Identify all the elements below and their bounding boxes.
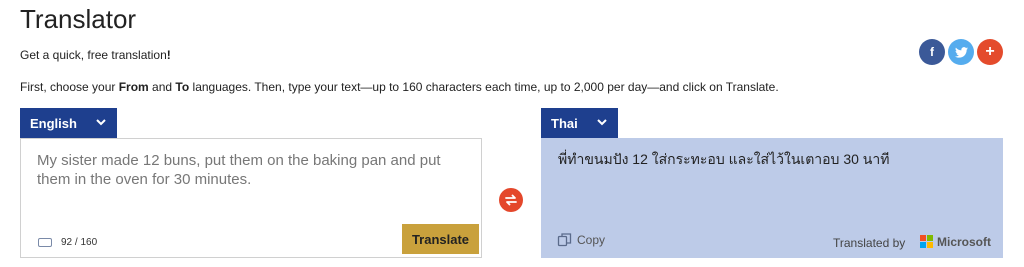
more-share-button[interactable]: +	[977, 39, 1003, 65]
subtitle-exclamation: !	[166, 48, 171, 62]
chevron-down-icon	[597, 119, 607, 126]
subtitle-text: Get a quick, free translation	[20, 48, 167, 62]
instructions-part-3: languages. Then, type your text—up to 16…	[189, 80, 779, 94]
instructions: First, choose your From and To languages…	[20, 80, 779, 94]
source-panel: My sister made 12 buns, put them on the …	[20, 138, 482, 258]
translation-output: พี่ทำขนมปัง 12 ใส่กระทะอบ และใส่ไว้ในเตา…	[558, 151, 890, 167]
facebook-icon: f	[930, 45, 934, 59]
instructions-from-word: From	[118, 80, 149, 94]
source-text-input[interactable]: My sister made 12 buns, put them on the …	[37, 151, 477, 189]
keyboard-icon	[38, 238, 52, 247]
translation-panel: พี่ทำขนมปัง 12 ใส่กระทะอบ และใส่ไว้ในเตา…	[541, 138, 1003, 258]
to-language-dropdown[interactable]: Thai	[541, 108, 618, 138]
translate-button[interactable]: Translate	[402, 224, 479, 254]
chevron-down-icon	[96, 119, 106, 126]
twitter-icon	[954, 46, 968, 58]
copy-button[interactable]: Copy	[557, 232, 605, 247]
from-language-dropdown[interactable]: English	[20, 108, 117, 138]
provider-name: Microsoft	[937, 235, 991, 249]
twitter-share-button[interactable]	[948, 39, 974, 65]
swap-languages-button[interactable]	[499, 188, 523, 212]
swap-arrows-icon	[505, 194, 517, 206]
from-language-label: English	[30, 115, 77, 131]
subtitle: Get a quick, free translation!	[20, 48, 171, 62]
instructions-part-2: and	[148, 80, 176, 94]
instructions-part-1: First, choose your	[20, 80, 119, 94]
copy-label: Copy	[577, 232, 606, 247]
copy-icon	[557, 233, 572, 247]
translated-by-label: Translated by	[833, 236, 906, 250]
plus-icon: +	[985, 43, 995, 60]
page-title: Translator	[20, 4, 137, 34]
facebook-share-button[interactable]: f	[919, 39, 945, 65]
instructions-to-word: To	[175, 80, 190, 94]
to-language-label: Thai	[551, 115, 578, 131]
microsoft-logo-icon	[920, 235, 934, 249]
character-counter: 92 / 160	[61, 237, 98, 248]
